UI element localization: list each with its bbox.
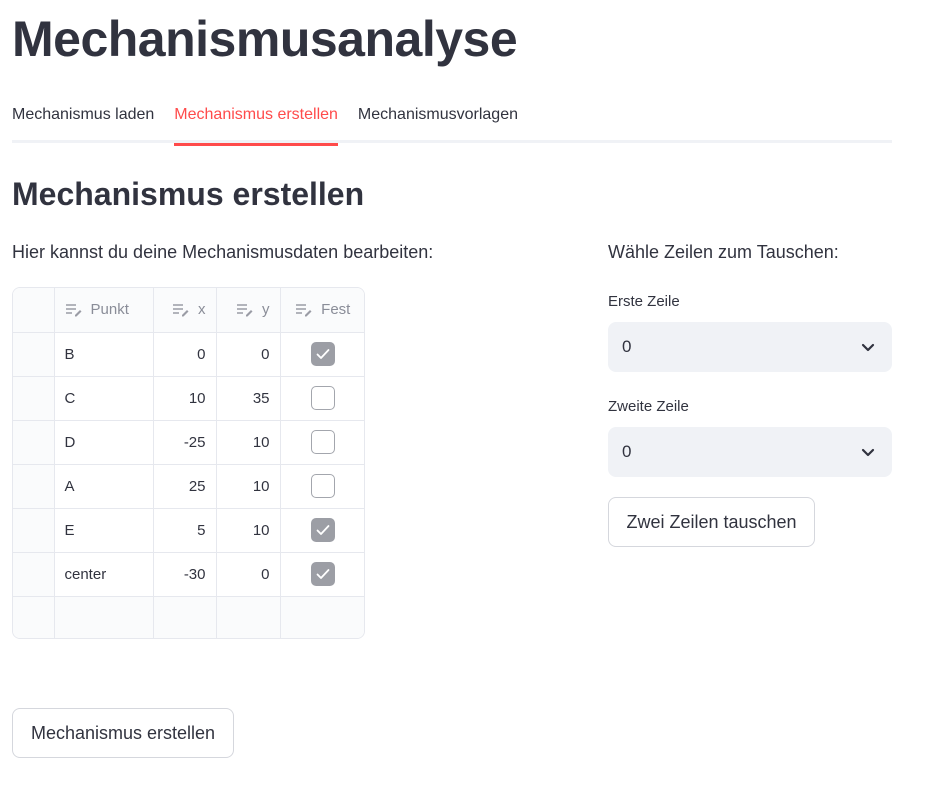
column-label: y xyxy=(262,301,270,319)
edit-column-icon xyxy=(173,304,189,317)
fest-checkbox[interactable] xyxy=(310,342,335,366)
cell-x[interactable]: 10 xyxy=(153,376,217,421)
fest-checkbox[interactable] xyxy=(310,386,335,410)
fest-checkbox[interactable] xyxy=(310,430,335,454)
cell-punkt[interactable]: A xyxy=(54,464,154,509)
cell-y[interactable]: 10 xyxy=(216,420,281,465)
table-header-row: Punkt x y Fest xyxy=(13,288,364,333)
intro-text: Hier kannst du deine Mechanismusdaten be… xyxy=(12,242,434,262)
cell-y[interactable]: 10 xyxy=(216,464,281,509)
row-index-cell[interactable] xyxy=(13,376,55,421)
page: Mechanismusanalyse Mechanismus laden Mec… xyxy=(0,0,941,788)
swap-heading: Wähle Zeilen zum Tauschen: xyxy=(608,242,839,262)
tab-mechanismus-erstellen[interactable]: Mechanismus erstellen xyxy=(174,100,338,146)
table-row: center -30 0 xyxy=(13,552,364,597)
cell-x[interactable]: 25 xyxy=(153,464,217,509)
cell-punkt[interactable]: D xyxy=(54,420,154,465)
edit-column-icon xyxy=(237,304,253,317)
row-index-header xyxy=(13,288,55,333)
fest-checkbox[interactable] xyxy=(310,518,335,542)
cell-y[interactable]: 0 xyxy=(216,332,281,377)
column-header-fest[interactable]: Fest xyxy=(280,288,364,333)
table-row: C 10 35 xyxy=(13,376,364,421)
row-index-cell[interactable] xyxy=(13,508,55,553)
cell-fest[interactable] xyxy=(280,464,364,509)
section-title: Mechanismus erstellen xyxy=(12,176,365,212)
column-header-punkt[interactable]: Punkt xyxy=(54,288,154,333)
table-row: B 0 0 xyxy=(13,332,364,377)
cell-fest[interactable] xyxy=(280,552,364,597)
cell-punkt[interactable]: C xyxy=(54,376,154,421)
row-index-cell[interactable] xyxy=(13,464,55,509)
table-row: E 5 10 xyxy=(13,508,364,553)
cell-punkt[interactable]: center xyxy=(54,552,154,597)
column-label: x xyxy=(198,301,206,319)
add-row[interactable] xyxy=(13,596,364,638)
add-row-cell[interactable] xyxy=(54,596,154,638)
cell-y[interactable]: 0 xyxy=(216,552,281,597)
tab-mechanismusvorlagen[interactable]: Mechanismusvorlagen xyxy=(358,100,518,143)
add-row-cell[interactable] xyxy=(216,596,281,638)
cell-y[interactable]: 35 xyxy=(216,376,281,421)
cell-y[interactable]: 10 xyxy=(216,508,281,553)
edit-column-icon xyxy=(296,304,312,317)
create-mechanism-button[interactable]: Mechanismus erstellen xyxy=(12,708,234,758)
app-title: Mechanismusanalyse xyxy=(12,11,518,67)
data-editor-table[interactable]: Punkt x y Fest B 0 0 C 10 35 D -25 10 A … xyxy=(12,287,365,639)
edit-column-icon xyxy=(65,304,81,317)
cell-fest[interactable] xyxy=(280,420,364,465)
first-row-label: Erste Zeile xyxy=(608,293,680,310)
add-row-cell[interactable] xyxy=(153,596,217,638)
column-label: Fest xyxy=(321,301,351,319)
cell-x[interactable]: 0 xyxy=(153,332,217,377)
cell-punkt[interactable]: B xyxy=(54,332,154,377)
chevron-down-icon xyxy=(861,343,875,352)
add-row-cell[interactable] xyxy=(280,596,364,638)
check-icon xyxy=(316,525,330,535)
first-row-select[interactable]: 0 xyxy=(608,322,892,372)
column-label: Punkt xyxy=(90,301,129,319)
row-index-cell[interactable] xyxy=(13,552,55,597)
fest-checkbox[interactable] xyxy=(310,562,335,586)
check-icon xyxy=(316,569,330,579)
table-row: D -25 10 xyxy=(13,420,364,465)
cell-x[interactable]: -30 xyxy=(153,552,217,597)
second-row-select[interactable]: 0 xyxy=(608,427,892,477)
row-index-cell[interactable] xyxy=(13,332,55,377)
cell-fest[interactable] xyxy=(280,332,364,377)
table-row: A 25 10 xyxy=(13,464,364,509)
column-header-y[interactable]: y xyxy=(216,288,281,333)
add-row-cell[interactable] xyxy=(13,596,55,638)
column-header-x[interactable]: x xyxy=(153,288,217,333)
swap-rows-button[interactable]: Zwei Zeilen tauschen xyxy=(608,497,815,547)
row-index-cell[interactable] xyxy=(13,420,55,465)
chevron-down-icon xyxy=(861,448,875,457)
fest-checkbox[interactable] xyxy=(310,474,335,498)
check-icon xyxy=(316,349,330,359)
second-row-label: Zweite Zeile xyxy=(608,398,689,415)
cell-x[interactable]: 5 xyxy=(153,508,217,553)
second-row-value: 0 xyxy=(622,442,632,461)
cell-x[interactable]: -25 xyxy=(153,420,217,465)
cell-fest[interactable] xyxy=(280,508,364,553)
first-row-value: 0 xyxy=(622,337,632,356)
tab-bar: Mechanismus laden Mechanismus erstellen … xyxy=(12,100,892,146)
tab-mechanismus-laden[interactable]: Mechanismus laden xyxy=(12,100,154,143)
cell-fest[interactable] xyxy=(280,376,364,421)
cell-punkt[interactable]: E xyxy=(54,508,154,553)
